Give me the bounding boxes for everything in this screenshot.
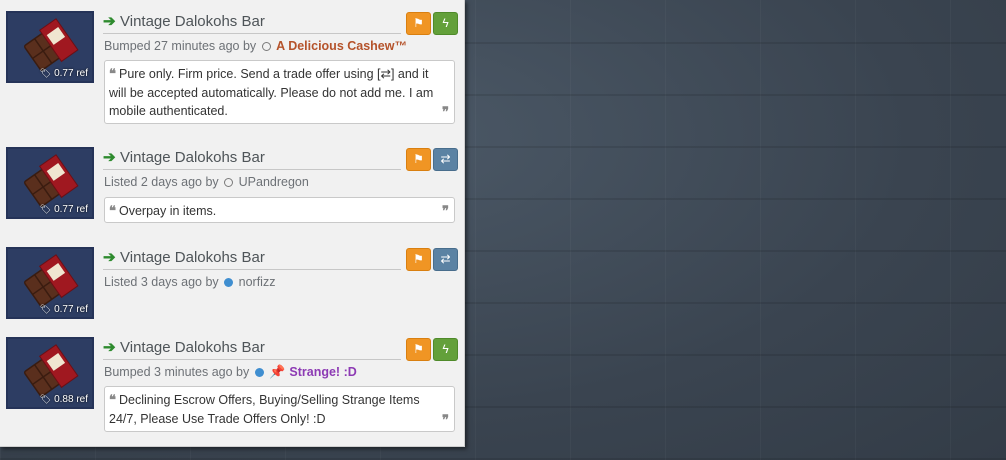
title-row: ➔ Vintage Dalokohs Bar bbox=[103, 149, 401, 170]
item-name[interactable]: Vintage Dalokohs Bar bbox=[120, 149, 265, 166]
flag-icon: ⚑ bbox=[413, 152, 424, 166]
ref-price-tag: 🏷 0.77 ref bbox=[40, 304, 88, 315]
title-row: ➔ Vintage Dalokohs Bar bbox=[103, 249, 401, 270]
comment-text: Overpay in items. bbox=[119, 204, 217, 218]
report-button[interactable]: ⚑ bbox=[406, 148, 431, 171]
status-text: Bumped 27 minutes ago by bbox=[104, 39, 257, 53]
arrow-right-icon: ➔ bbox=[103, 13, 116, 30]
trade-offer-button[interactable]: ⇄ bbox=[433, 148, 458, 171]
listing-comment: ❝ Declining Escrow Offers, Buying/Selling… bbox=[104, 386, 455, 432]
report-button[interactable]: ⚑ bbox=[406, 338, 431, 361]
ref-value: 0.77 ref bbox=[54, 304, 88, 315]
comment-text: Declining Escrow Offers, Buying/Selling … bbox=[109, 393, 420, 426]
user-link[interactable]: A Delicious Cashew™ bbox=[276, 39, 407, 53]
item-thumbnail[interactable]: 🏷 0.77 ref bbox=[6, 11, 94, 83]
lightning-icon: ϟ bbox=[442, 342, 449, 356]
trade-arrows-icon: ⇄ bbox=[440, 152, 451, 166]
user-link[interactable]: norfizz bbox=[239, 275, 276, 289]
quote-open-icon: ❝ bbox=[109, 67, 116, 82]
item-thumbnail[interactable]: 🏷 0.77 ref bbox=[6, 147, 94, 219]
user-link[interactable]: UPandregon bbox=[239, 175, 309, 189]
item-thumbnail[interactable]: 🏷 0.77 ref bbox=[6, 247, 94, 319]
listing-comment: ❝ Pure only. Firm price. Send a trade off… bbox=[104, 60, 455, 124]
pin-icon: 📌 bbox=[269, 364, 286, 379]
flag-icon: ⚑ bbox=[413, 16, 424, 30]
item-name[interactable]: Vintage Dalokohs Bar bbox=[120, 339, 265, 356]
quote-close-icon: ❞ bbox=[442, 105, 449, 120]
arrow-right-icon: ➔ bbox=[103, 249, 116, 266]
listing-meta: Listed 2 days ago by UPandregon bbox=[104, 175, 309, 189]
chocolate-bar-icon bbox=[23, 344, 79, 397]
chocolate-bar-icon bbox=[23, 254, 79, 307]
listings-panel: 🏷 0.77 ref ➔ Vintage Dalokohs Bar ⚑ ϟ Bum… bbox=[0, 0, 465, 447]
chocolate-bar-icon bbox=[23, 154, 79, 207]
quote-open-icon: ❝ bbox=[109, 393, 116, 408]
instant-trade-button[interactable]: ϟ bbox=[433, 338, 458, 361]
quote-close-icon: ❞ bbox=[442, 204, 449, 219]
listing-meta: Bumped 27 minutes ago by A Delicious Cas… bbox=[104, 39, 407, 53]
ref-price-tag: 🏷 0.77 ref bbox=[40, 68, 88, 79]
instant-trade-button[interactable]: ϟ bbox=[433, 12, 458, 35]
ref-price-tag: 🏷 0.77 ref bbox=[40, 204, 88, 215]
tag-icon: 🏷 bbox=[39, 304, 52, 314]
chocolate-bar-icon bbox=[23, 18, 79, 71]
ref-value: 0.77 ref bbox=[54, 68, 88, 79]
listing-meta: Bumped 3 minutes ago by 📌 Strange! :D bbox=[104, 364, 357, 380]
ref-value: 0.88 ref bbox=[54, 394, 88, 405]
item-name[interactable]: Vintage Dalokohs Bar bbox=[120, 249, 265, 266]
listing-meta: Listed 3 days ago by norfizz bbox=[104, 275, 275, 289]
arrow-right-icon: ➔ bbox=[103, 339, 116, 356]
user-link[interactable]: Strange! :D bbox=[289, 365, 356, 379]
status-text: Listed 3 days ago by bbox=[104, 275, 219, 289]
tag-icon: 🏷 bbox=[39, 204, 52, 214]
trade-offer-button[interactable]: ⇄ bbox=[433, 248, 458, 271]
flag-icon: ⚑ bbox=[413, 252, 424, 266]
item-thumbnail[interactable]: 🏷 0.88 ref bbox=[6, 337, 94, 409]
flag-icon: ⚑ bbox=[413, 342, 424, 356]
report-button[interactable]: ⚑ bbox=[406, 248, 431, 271]
status-text: Listed 2 days ago by bbox=[104, 175, 219, 189]
quote-open-icon: ❝ bbox=[109, 204, 116, 219]
lightning-icon: ϟ bbox=[442, 16, 449, 30]
arrow-right-icon: ➔ bbox=[103, 149, 116, 166]
offline-status-icon bbox=[224, 178, 234, 187]
status-text: Bumped 3 minutes ago by bbox=[104, 365, 250, 379]
ref-price-tag: 🏷 0.88 ref bbox=[40, 394, 88, 405]
offline-status-icon bbox=[261, 42, 271, 51]
report-button[interactable]: ⚑ bbox=[406, 12, 431, 35]
comment-text: Pure only. Firm price. Send a trade offe… bbox=[109, 67, 434, 118]
tag-icon: 🏷 bbox=[39, 68, 52, 78]
ref-value: 0.77 ref bbox=[54, 204, 88, 215]
item-name[interactable]: Vintage Dalokohs Bar bbox=[120, 13, 265, 30]
online-status-icon bbox=[224, 278, 234, 287]
title-row: ➔ Vintage Dalokohs Bar bbox=[103, 13, 401, 34]
tag-icon: 🏷 bbox=[39, 394, 52, 404]
listing-comment: ❝ Overpay in items. ❞ bbox=[104, 197, 455, 223]
title-row: ➔ Vintage Dalokohs Bar bbox=[103, 339, 401, 360]
online-status-icon bbox=[254, 368, 264, 377]
quote-close-icon: ❞ bbox=[442, 413, 449, 428]
trade-arrows-icon: ⇄ bbox=[440, 252, 451, 266]
